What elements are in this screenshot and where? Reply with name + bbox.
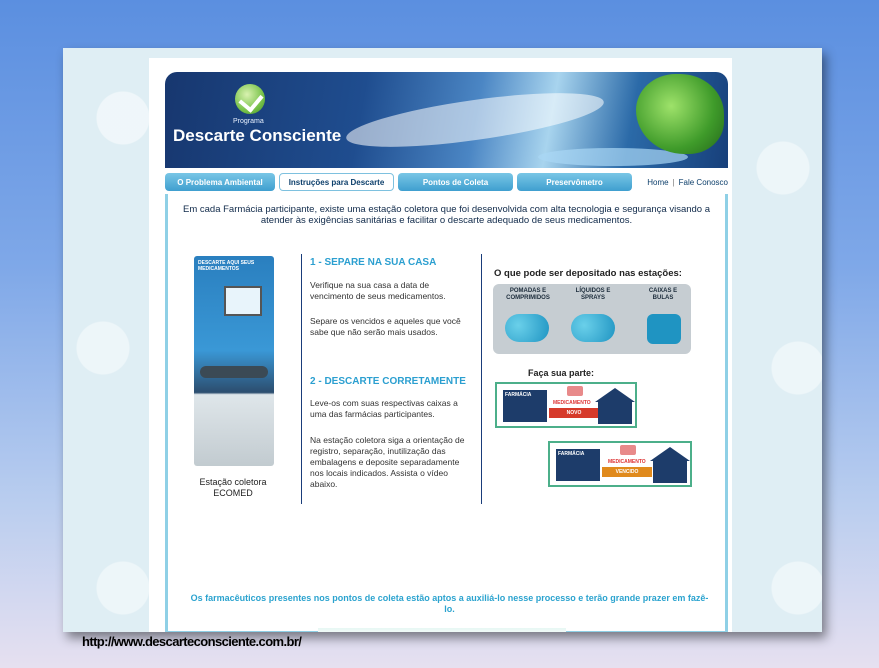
pills-icon: [505, 314, 549, 342]
pharmacy-label-2: FARMÁCIA: [558, 451, 585, 457]
step2-title: 2 - DESCARTE CORRETAMENTE: [310, 376, 466, 387]
house-icon: [598, 400, 632, 424]
logo-check-icon[interactable]: [235, 84, 265, 114]
tab-preservometro[interactable]: Preservômetro: [517, 173, 632, 191]
flow-new-medicine: FARMÁCIA MEDICAMENTO NOVO: [495, 382, 637, 428]
kiosk-caption-line1: Estação coletora: [199, 477, 267, 487]
logo-program-label: Programa: [233, 118, 264, 125]
right-divider: [481, 254, 482, 504]
liquids-icon: [571, 314, 615, 342]
deposit-types-panel: POMADAS E COMPRIMIDOS LÍQUIDOS E SPRAYS …: [493, 284, 691, 354]
kiosk-caption-line2: ECOMED: [213, 488, 253, 498]
deposit-title: O que pode ser depositado nas estações:: [494, 268, 682, 279]
video-placeholder[interactable]: [318, 628, 566, 632]
top-links: Home | Fale Conosco: [647, 177, 728, 187]
tab-instrucoes-descarte[interactable]: Instruções para Descarte: [279, 173, 394, 191]
type-label-liquidos: LÍQUIDOS E SPRAYS: [575, 288, 611, 301]
step1-text2: Separe os vencidos e aqueles que você sa…: [310, 316, 461, 337]
leaves-image: [636, 74, 724, 154]
medicine-pack-icon-2: [620, 445, 636, 455]
type-label-pomadas: POMADAS E COMPRIMIDOS: [506, 288, 550, 301]
medicine-label-2: MEDICAMENTO: [608, 459, 646, 465]
site-title[interactable]: Descarte Consciente: [173, 126, 341, 146]
faca-title: Faça sua parte:: [528, 368, 595, 378]
flow-expired-medicine: FARMÁCIA MEDICAMENTO VENCIDO: [548, 441, 692, 487]
intro-text: Em cada Farmácia participante, existe um…: [182, 204, 711, 226]
kiosk-caption: Estação coletora ECOMED: [188, 477, 278, 499]
tab-problema-ambiental[interactable]: O Problema Ambiental: [165, 173, 275, 191]
boxes-icon: [647, 314, 681, 344]
left-divider: [301, 254, 302, 504]
source-url: http://www.descarteconsciente.com.br/: [82, 634, 302, 649]
step1-title: 1 - SEPARE NA SUA CASA: [310, 257, 437, 268]
step2-text2: Na estação coletora siga a orientação de…: [310, 435, 465, 489]
tab-pontos-coleta[interactable]: Pontos de Coleta: [398, 173, 513, 191]
web-page: Programa Descarte Consciente O Problema …: [149, 58, 732, 632]
contact-link[interactable]: Fale Conosco: [679, 178, 728, 187]
medicine-label: MEDICAMENTO: [553, 400, 591, 406]
main-content: Em cada Farmácia participante, existe um…: [165, 194, 728, 632]
kiosk-screen: [224, 286, 262, 316]
banner-wave: [343, 82, 607, 158]
house-icon-2: [653, 459, 687, 483]
home-link[interactable]: Home: [647, 178, 668, 187]
medicine-pack-icon: [567, 386, 583, 396]
header-banner: Programa Descarte Consciente: [165, 72, 728, 168]
step1-text1: Verifique na sua casa a data de vencimen…: [310, 280, 446, 301]
step2-text1: Leve-os com suas respectivas caixas a um…: [310, 398, 458, 419]
main-nav: O Problema Ambiental Instruções para Des…: [165, 172, 728, 192]
kiosk-image: DESCARTE AQUI SEUS MEDICAMENTOS: [194, 256, 274, 466]
pharmacy-label: FARMÁCIA: [505, 392, 532, 398]
type-label-caixas: CAIXAS E BULAS: [648, 288, 678, 301]
kiosk-slot: [200, 366, 268, 378]
slide-card: Programa Descarte Consciente O Problema …: [63, 48, 822, 632]
pharmacist-note: Os farmacêuticos presentes nos pontos de…: [190, 593, 709, 614]
arrow-expired: VENCIDO: [602, 467, 652, 477]
kiosk-sign: DESCARTE AQUI SEUS MEDICAMENTOS: [198, 260, 255, 272]
arrow-new: NOVO: [549, 408, 599, 418]
